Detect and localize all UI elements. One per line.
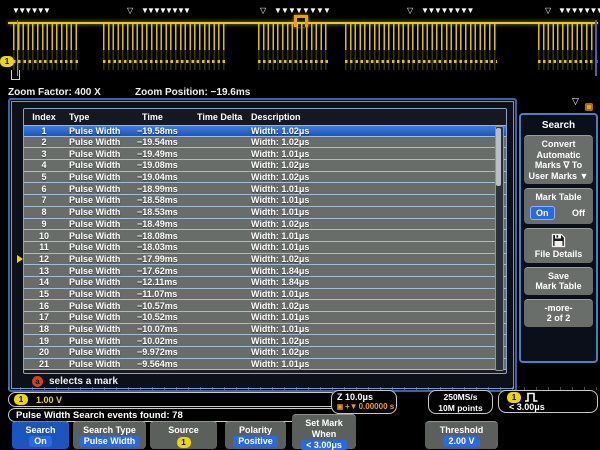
table-row[interactable]: 18Pulse Width−10.07msWidth: 1.01μs <box>24 324 506 336</box>
table-scrollbar[interactable] <box>495 126 504 371</box>
column-header-description: Description <box>249 112 496 122</box>
polarity-menu-button[interactable]: Polarity Positive <box>225 421 286 449</box>
channel1-badge: 1 <box>0 56 14 67</box>
table-row[interactable]: 15Pulse Width−11.07msWidth: 1.01μs <box>24 289 506 301</box>
search-menu-button[interactable]: Search On <box>12 421 69 449</box>
trigger-position-icon <box>294 15 308 27</box>
record-length: 10M points <box>429 403 492 414</box>
table-row[interactable]: 12Pulse Width−17.99msWidth: 1.02μs <box>24 254 506 266</box>
filled-mark-triangle-icon: ▼ <box>183 7 191 15</box>
trigger-delay-glyph: +▼ <box>345 402 358 411</box>
search-criteria-readout: 1 < 3.00μs <box>498 390 598 413</box>
channel1-badge: 1 <box>507 392 521 403</box>
trigger-delay-value: 0.00000 s <box>359 402 395 411</box>
table-row[interactable]: 3Pulse Width−19.49msWidth: 1.01μs <box>24 148 506 160</box>
trigger-delay-icon <box>337 404 343 410</box>
table-row[interactable]: 6Pulse Width−18.99msWidth: 1.01μs <box>24 183 506 195</box>
multipurpose-knob-a-icon: a <box>32 376 43 387</box>
mark-table-on-option[interactable]: On <box>530 206 555 221</box>
table-row[interactable]: 21Pulse Width−9.564msWidth: 1.01μs <box>24 359 506 371</box>
column-header-type: Type <box>64 112 134 122</box>
table-scrollbar-thumb[interactable] <box>496 128 501 186</box>
waveform-overview: ▼▼▼▼▼▼▽▼▼▼▼▼▼▼▼▽▼▼▼▼▼▼▼▼▽▼▼▼▼▼▼▼▼▽▼▼▼▼▼▼… <box>0 0 600 85</box>
save-mark-table-button[interactable]: Save Mark Table <box>524 267 593 295</box>
mark-table-off-option[interactable]: Off <box>572 208 585 219</box>
mark-table-toggle-button[interactable]: Mark Table On Off <box>524 188 593 224</box>
table-row[interactable]: 19Pulse Width−10.02msWidth: 1.02μs <box>24 335 506 347</box>
sample-rate: 250MS/s <box>429 392 492 403</box>
acquisition-readout: 250MS/s 10M points <box>428 390 493 414</box>
hollow-mark-triangle-icon: ▽ <box>260 7 266 15</box>
filled-mark-triangle-icon: ▼ <box>467 7 475 15</box>
table-row[interactable]: 20Pulse Width−9.972msWidth: 1.02μs <box>24 347 506 359</box>
channel1-badge: 1 <box>14 394 28 405</box>
filled-mark-triangle-icon: ▼ <box>596 7 600 15</box>
filled-mark-triangle-icon: ▼ <box>43 7 51 15</box>
pulse-width-icon <box>525 392 538 402</box>
zoom-window-right-edge <box>595 20 597 76</box>
footer-hint-text: selects a mark <box>49 376 118 387</box>
search-width-value: < 3.00μs <box>507 402 597 412</box>
threshold-value: 2.00 V <box>443 436 479 447</box>
mark-table-header: Index Type Time Time Delta Description <box>24 109 506 125</box>
search-events-status: Pulse Width Search events found: 78 <box>8 408 338 422</box>
trigger-level-triangle-icon: ▽ <box>572 96 579 107</box>
set-mark-when-menu-button[interactable]: Set Mark When < 3.00μs <box>292 414 356 449</box>
zoom-window-left-edge <box>17 20 18 76</box>
table-row[interactable]: 8Pulse Width−18.53msWidth: 1.01μs <box>24 207 506 219</box>
table-row[interactable]: 11Pulse Width−18.03msWidth: 1.01μs <box>24 242 506 254</box>
table-row[interactable]: 1Pulse Width−19.58msWidth: 1.02μs <box>24 125 506 137</box>
threshold-menu-button[interactable]: Threshold 2.00 V <box>425 421 498 449</box>
table-row[interactable]: 7Pulse Width−18.58msWidth: 1.01μs <box>24 195 506 207</box>
filled-mark-triangle-icon: ▼ <box>323 7 331 15</box>
horizontal-readout: Z 10.0μs +▼ 0.00000 s <box>331 390 397 414</box>
trigger-flag-icon <box>585 103 593 111</box>
side-menu: Search Convert Automatic Marks ∇ To User… <box>519 113 598 363</box>
hollow-mark-triangle-icon: ▽ <box>127 7 133 15</box>
more-pages-button[interactable]: -more- 2 of 2 <box>524 299 593 327</box>
table-row[interactable]: 13Pulse Width−17.62msWidth: 1.84μs <box>24 265 506 277</box>
source-channel-badge: 1 <box>177 437 191 448</box>
table-row[interactable]: 4Pulse Width−19.08msWidth: 1.02μs <box>24 160 506 172</box>
hollow-mark-triangle-icon: ▽ <box>545 7 551 15</box>
zoom-timebase-readout: Z 10.0μs <box>337 392 396 402</box>
zoom-position-readout: Zoom Position: −19.6ms <box>135 87 250 98</box>
polarity-value: Positive <box>233 436 278 447</box>
search-type-menu-button[interactable]: Search Type Pulse Width <box>73 421 146 449</box>
hollow-mark-triangle-icon: ▽ <box>407 7 413 15</box>
channel1-scale-readout: 1 1.00 V <box>8 392 338 407</box>
file-details-label: File Details <box>525 249 592 260</box>
column-header-time-delta: Time Delta <box>194 112 249 122</box>
zoom-window-bracket-icon <box>11 70 20 80</box>
search-on-value: On <box>29 436 52 447</box>
source-menu-button[interactable]: Source 1 <box>150 421 217 449</box>
table-row[interactable]: 16Pulse Width−10.57msWidth: 1.02μs <box>24 300 506 312</box>
table-row[interactable]: 10Pulse Width−18.08msWidth: 1.01μs <box>24 230 506 242</box>
convert-marks-button[interactable]: Convert Automatic Marks ∇ To User Marks … <box>524 135 593 184</box>
table-row[interactable]: 17Pulse Width−10.52msWidth: 1.01μs <box>24 312 506 324</box>
mark-table-body: 1Pulse Width−19.58msWidth: 1.02μs2Pulse … <box>24 125 506 371</box>
oscilloscope-screen: Tek PreVu M 4.00ms ▼▼▼▼▼▼▽▼▼▼▼▼▼▼▼▽▼▼▼▼▼… <box>0 0 600 450</box>
set-mark-when-value: < 3.00μs <box>301 440 347 450</box>
table-row[interactable]: 9Pulse Width−18.49msWidth: 1.02μs <box>24 219 506 231</box>
file-details-button[interactable]: File Details <box>524 228 593 263</box>
search-type-value: Pulse Width <box>79 436 140 447</box>
side-menu-title: Search <box>521 120 596 131</box>
column-header-index: Index <box>24 112 64 122</box>
table-row[interactable]: 14Pulse Width−12.11msWidth: 1.84μs <box>24 277 506 289</box>
mark-table-toggle-label: Mark Table <box>525 192 592 203</box>
channel1-volts-per-div: 1.00 V <box>36 395 62 405</box>
zoom-window-panel: 1 Index Type Time Time Delta Description… <box>8 98 517 392</box>
floppy-disk-icon <box>551 233 566 248</box>
mark-table: Index Type Time Time Delta Description 1… <box>23 108 507 374</box>
zoom-factor-readout: Zoom Factor: 400 X <box>8 87 101 98</box>
column-header-time: Time <box>134 112 194 122</box>
table-footer-hint: a selects a mark <box>32 376 118 387</box>
table-row[interactable]: 5Pulse Width−19.04msWidth: 1.02μs <box>24 172 506 184</box>
table-row[interactable]: 2Pulse Width−19.54msWidth: 1.02μs <box>24 137 506 149</box>
